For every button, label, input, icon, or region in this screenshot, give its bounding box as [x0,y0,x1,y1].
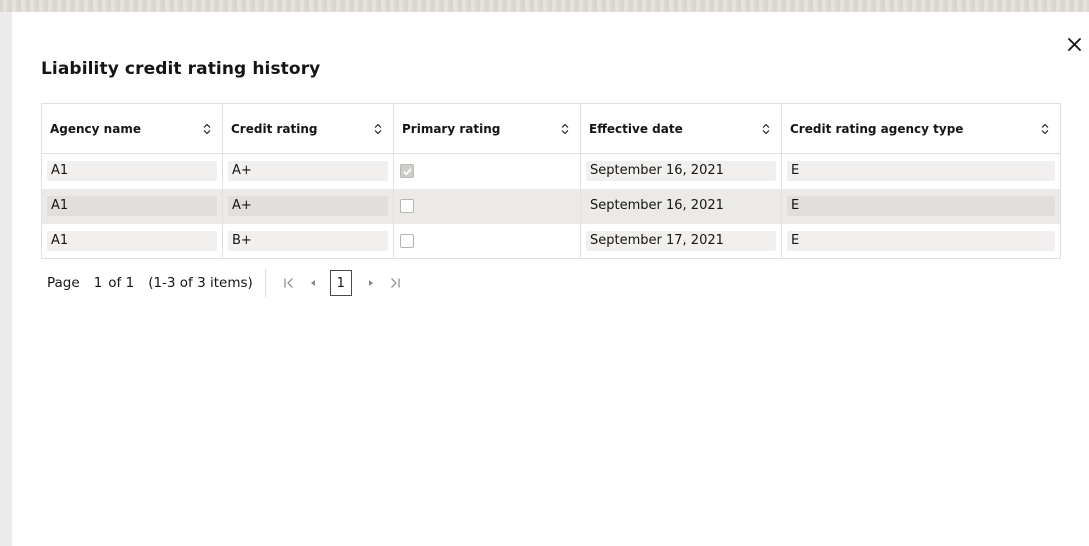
sort-icon[interactable] [759,122,773,136]
first-page-icon [284,278,293,288]
dialog-title: Liability credit rating history [41,59,321,79]
sort-icon[interactable] [558,122,572,136]
table-row[interactable]: A1 B+ September 17, 2021 E [41,223,1061,259]
effective-date-cell: September 16, 2021 [590,198,724,213]
column-header-effective-date[interactable]: Effective date [580,103,782,154]
agency-name-cell: A1 [47,161,217,182]
agency-type-cell: E [787,161,1055,182]
column-header-agency-type[interactable]: Credit rating agency type [781,103,1061,154]
credit-rating-cell: B+ [228,230,388,251]
total-pages: of 1 [108,275,135,291]
pagination-bar: Page 1 of 1 (1-3 of 3 items) 1 [47,268,408,298]
pager-divider [264,269,266,297]
table-header-row: Agency name Credit rating Primary rating… [41,103,1061,154]
primary-rating-checkbox [400,164,414,179]
column-header-primary-rating[interactable]: Primary rating [393,103,581,154]
effective-date-cell: September 16, 2021 [586,161,776,182]
items-summary: (1-3 of 3 items) [148,275,253,291]
table-row[interactable]: A1 A+ September 16, 2021 E [41,188,1061,224]
page-label: Page [47,275,80,291]
page-1-button[interactable]: 1 [329,270,352,296]
next-page-button[interactable] [360,272,382,294]
effective-date-cell: September 17, 2021 [586,230,776,251]
credit-rating-table: Agency name Credit rating Primary rating… [41,103,1061,259]
credit-rating-history-dialog: Liability credit rating history Agency n… [12,12,1089,546]
agency-type-cell: E [787,196,1055,216]
next-page-icon [368,280,373,286]
agency-type-cell: E [787,230,1055,251]
sort-icon[interactable] [1038,122,1052,136]
sort-icon[interactable] [371,122,385,136]
table-row[interactable]: A1 A+ September 16, 2021 E [41,153,1061,189]
credit-rating-cell: A+ [228,161,388,182]
primary-rating-checkbox [400,233,414,248]
agency-name-cell: A1 [47,196,217,216]
column-header-agency-name[interactable]: Agency name [41,103,223,154]
last-page-button[interactable] [384,272,406,294]
agency-name-cell: A1 [47,230,217,251]
backdrop-strip [0,0,1089,12]
sort-icon[interactable] [200,122,214,136]
credit-rating-cell: A+ [228,196,388,216]
primary-rating-checkbox [400,199,414,213]
current-page-number[interactable]: 1 [94,275,103,291]
close-button[interactable] [1063,32,1087,56]
first-page-button[interactable] [278,272,300,294]
previous-page-icon [310,280,315,286]
column-header-credit-rating[interactable]: Credit rating [222,103,394,154]
last-page-icon [390,278,400,288]
close-icon [1068,37,1081,51]
previous-page-button[interactable] [302,272,324,294]
